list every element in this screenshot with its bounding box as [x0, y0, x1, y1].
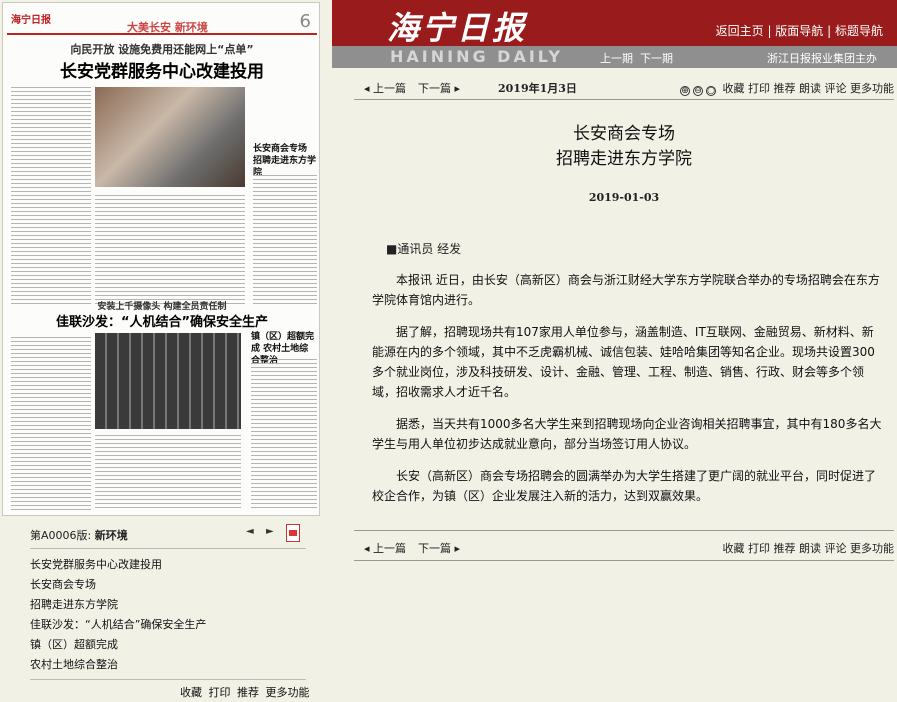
- next-article-link[interactable]: 下一篇 ▸: [418, 540, 460, 556]
- site-header: 海宁日报 返回主页 | 版面导航 | 标题导航: [332, 0, 897, 49]
- article-paragraph: 长安（高新区）商会专场招聘会的圆满举办为大学生搭建了更广阔的就业平台，同时促进了…: [372, 469, 877, 503]
- left-tools: 收藏 打印 推荐 更多功能: [180, 684, 313, 700]
- article-byline: ■通讯员 经发: [386, 242, 462, 256]
- thumbnail-logo: 海宁日报: [11, 15, 51, 26]
- thumbnail-text-block: [95, 195, 245, 307]
- favorite-link[interactable]: 收藏: [180, 686, 202, 699]
- brand-english: HAINING DAILY: [390, 47, 564, 66]
- thumbnail-photo-2: [95, 333, 241, 429]
- prev-issue-link[interactable]: 上一期: [600, 52, 633, 65]
- thumbnail-text-block: [95, 435, 241, 511]
- pdf-icon[interactable]: [286, 524, 300, 542]
- divider: [354, 99, 894, 100]
- thumbnail-text-block: [11, 337, 91, 511]
- next-article-label: 下一篇: [418, 542, 451, 555]
- more-functions-link[interactable]: 更多功能: [266, 686, 310, 699]
- page-label-number: 第A0006版:: [30, 529, 92, 542]
- thumbnail-headline-1: 长安党群服务中心改建投用: [60, 62, 264, 82]
- title-link[interactable]: 镇（区）超额完成: [30, 635, 306, 655]
- page-selector-bar: 第A0006版: 新环境 ◄ ►: [30, 524, 306, 544]
- thumbnail-headline-2: 佳联沙发：“人机结合”确保安全生产: [55, 315, 269, 330]
- left-panel: 海宁日报 大美长安 新环境 6 向民开放 设施免费用还能网上“点单” 长安党群服…: [0, 0, 332, 702]
- right-panel: 海宁日报 返回主页 | 版面导航 | 标题导航 HAINING DAILY 上一…: [332, 0, 897, 702]
- thumbnail-text-block: [251, 359, 317, 511]
- recommend-link[interactable]: 推荐: [774, 542, 796, 555]
- print-link[interactable]: 打印: [748, 542, 770, 555]
- page-nav-link[interactable]: 版面导航: [775, 24, 823, 38]
- next-article-link[interactable]: 下一篇 ▸: [418, 80, 460, 96]
- article-paragraph: 据悉，当天共有1000多名大学生来到招聘现场向企业咨询相关招聘事宜，其中有180…: [372, 417, 882, 451]
- more-functions-link[interactable]: 更多功能: [850, 82, 894, 95]
- article-title-line-1: 长安商会专场: [573, 124, 675, 144]
- thumbnail-side-headline: 长安商会专场 招聘走进东方学院: [253, 144, 317, 178]
- favorite-link[interactable]: 收藏: [723, 82, 745, 95]
- divider: [354, 560, 894, 561]
- next-article-label: 下一篇: [418, 82, 451, 95]
- article-date: 2019-01-03: [588, 191, 660, 204]
- title-link[interactable]: 农村土地综合整治: [30, 655, 306, 675]
- home-link[interactable]: 返回主页: [716, 24, 764, 38]
- prev-article-label: 上一篇: [373, 82, 407, 95]
- read-aloud-link[interactable]: 朗读: [799, 542, 821, 555]
- zoom-reset-icon[interactable]: ○: [706, 86, 716, 96]
- title-link[interactable]: 长安党群服务中心改建投用: [30, 555, 306, 575]
- brand-logo[interactable]: 海宁日报: [387, 3, 527, 49]
- thumbnail-masthead: 海宁日报 大美长安 新环境 6: [7, 9, 317, 35]
- title-link[interactable]: 长安商会专场: [30, 575, 306, 595]
- thumbnail-text-block: [253, 175, 317, 307]
- zoom-out-icon[interactable]: ⊖: [693, 86, 703, 96]
- recommend-link[interactable]: 推荐: [237, 686, 259, 699]
- sub-header: HAINING DAILY 上一期 下一期 浙江日报报业集团主办: [332, 46, 897, 68]
- title-nav-link[interactable]: 标题导航: [835, 24, 883, 38]
- thumbnail-photo-1: [95, 87, 245, 187]
- favorite-link[interactable]: 收藏: [723, 542, 745, 555]
- issue-nav: 上一期 下一期: [600, 50, 673, 66]
- prev-article-link[interactable]: ◂ 上一篇: [364, 80, 406, 96]
- next-page-arrow-icon[interactable]: ►: [266, 526, 274, 537]
- prev-article-link[interactable]: ◂ 上一篇: [364, 540, 406, 556]
- article-toolbar-bottom: ◂ 上一篇 下一篇 ▸ 收藏 打印 推荐 朗读 评论 更多功能: [354, 534, 894, 558]
- page-label: 第A0006版: 新环境: [30, 527, 128, 543]
- issue-date: 2019年1月3日: [498, 82, 577, 95]
- prev-page-arrow-icon[interactable]: ◄: [246, 526, 254, 537]
- zoom-in-icon[interactable]: ⊕: [680, 86, 690, 96]
- more-functions-link[interactable]: 更多功能: [850, 542, 894, 555]
- print-link[interactable]: 打印: [209, 686, 231, 699]
- article-paragraph: 据了解，招聘现场共有107家用人单位参与，涵盖制造、IT互联网、金融贸易、新材料…: [372, 325, 875, 399]
- read-aloud-link[interactable]: 朗读: [799, 82, 821, 95]
- article-toolbar-top: ◂ 上一篇 下一篇 ▸ 2019年1月3日 ⊕ ⊖ ○ 收藏 打印 推荐 朗读 评论…: [354, 74, 894, 98]
- title-link[interactable]: 佳联沙发：“人机结合”确保安全生产: [30, 615, 306, 635]
- thumbnail-kicker: 向民开放 设施免费用还能网上“点单”: [70, 43, 254, 56]
- article-tools: 收藏 打印 推荐 朗读 评论 更多功能: [723, 540, 895, 556]
- title-link[interactable]: 招聘走进东方学院: [30, 595, 306, 615]
- article-paragraph: 本报讯 近日，由长安（高新区）商会与浙江财经大学东方学院联合举办的专场招聘会在东…: [372, 273, 880, 307]
- article-title-list: 长安党群服务中心改建投用 长安商会专场 招聘走进东方学院 佳联沙发：“人机结合”…: [30, 548, 306, 680]
- comment-link[interactable]: 评论: [825, 542, 847, 555]
- newspaper-page-thumbnail[interactable]: 海宁日报 大美长安 新环境 6 向民开放 设施免费用还能网上“点单” 长安党群服…: [2, 2, 320, 516]
- article-tools: ⊕ ⊖ ○ 收藏 打印 推荐 朗读 评论 更多功能: [680, 80, 894, 96]
- thumbnail-text-block: [11, 87, 91, 307]
- article-title-line-2: 招聘走进东方学院: [556, 149, 692, 169]
- next-issue-link[interactable]: 下一期: [640, 52, 673, 65]
- top-nav: 返回主页 | 版面导航 | 标题导航: [715, 24, 883, 38]
- prev-article-label: 上一篇: [373, 542, 407, 555]
- article-body: 本报讯 近日，由长安（高新区）商会与浙江财经大学东方学院联合举办的专场招聘会在东…: [372, 270, 884, 518]
- comment-link[interactable]: 评论: [825, 82, 847, 95]
- print-link[interactable]: 打印: [748, 82, 770, 95]
- divider: [354, 530, 894, 531]
- page-label-name: 新环境: [94, 529, 128, 542]
- thumbnail-section: 大美长安 新环境: [127, 21, 208, 34]
- thumbnail-page-number: 6: [299, 11, 311, 32]
- recommend-link[interactable]: 推荐: [774, 82, 796, 95]
- publisher-group: 浙江日报报业集团主办: [767, 52, 877, 65]
